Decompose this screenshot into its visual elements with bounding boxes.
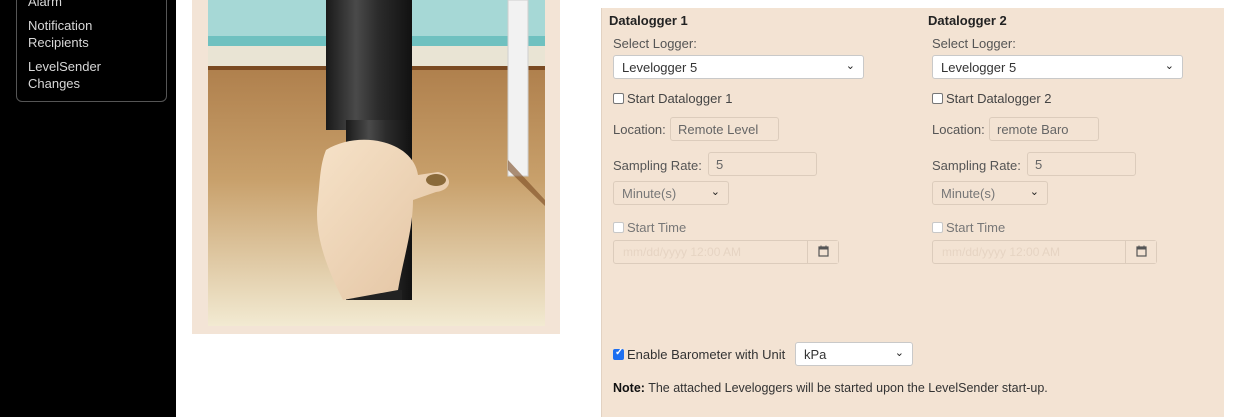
start-time-2-input[interactable]: mm/dd/yyyy 12:00 AM <box>932 240 1157 264</box>
start-time-1-placeholder: mm/dd/yyyy 12:00 AM <box>623 245 742 259</box>
sampling-rate-1-label: Sampling Rate: <box>613 158 702 173</box>
sidebar-item-levelsender[interactable]: LevelSender <box>28 59 101 75</box>
barometer-unit-select[interactable]: kPa ⌄ <box>795 342 913 366</box>
select-logger-2-label: Select Logger: <box>932 36 1016 51</box>
chevron-down-icon: ⌄ <box>845 60 855 72</box>
start-time-2-placeholder: mm/dd/yyyy 12:00 AM <box>942 245 1061 259</box>
logger-1-select-value: Levelogger 5 <box>622 60 698 75</box>
logger-1-select[interactable]: Levelogger 5 ⌄ <box>613 55 864 79</box>
location-2-field[interactable]: remote Baro <box>989 117 1099 141</box>
enable-barometer-label: Enable Barometer with Unit <box>627 347 786 362</box>
enable-barometer-row[interactable]: Enable Barometer with Unit <box>613 347 785 362</box>
datalogger-2-heading: Datalogger 2 <box>928 13 1007 28</box>
location-1-field[interactable]: Remote Level <box>670 117 779 141</box>
sampling-unit-2-select[interactable]: Minute(s) ⌄ <box>932 181 1048 205</box>
start-time-1-checkbox[interactable] <box>613 222 624 233</box>
start-time-1-input[interactable]: mm/dd/yyyy 12:00 AM <box>613 240 839 264</box>
enable-barometer-checkbox[interactable] <box>613 347 624 360</box>
sidebar-item-changes[interactable]: Changes <box>28 76 80 92</box>
start-time-2-row[interactable]: Start Time <box>932 220 1005 235</box>
calendar-icon <box>818 245 829 257</box>
sidebar-item-recipients[interactable]: Recipients <box>28 35 89 51</box>
select-logger-1-label: Select Logger: <box>613 36 697 51</box>
location-1-label: Location: <box>613 122 666 137</box>
levelogger-install-illustration <box>208 0 545 326</box>
sidebar-item-alarm[interactable]: Alarm <box>28 0 62 10</box>
start-time-2-label: Start Time <box>946 220 1006 235</box>
start-datalogger-2-label: Start Datalogger 2 <box>946 91 1052 106</box>
sampling-unit-1-select[interactable]: Minute(s) ⌄ <box>613 181 729 205</box>
calendar-icon <box>1136 245 1147 257</box>
calendar-1-button[interactable] <box>807 241 838 263</box>
sampling-rate-1-field[interactable]: 5 <box>708 152 817 176</box>
sampling-unit-2-value: Minute(s) <box>941 186 996 201</box>
start-time-1-row[interactable]: Start Time <box>613 220 686 235</box>
start-time-1-label: Start Time <box>627 220 687 235</box>
sidebar: Alarm Notification Recipients LevelSende… <box>0 0 176 417</box>
barometer-unit-value: kPa <box>804 347 827 362</box>
chevron-down-icon: ⌄ <box>1029 186 1039 198</box>
sidebar-item-notification[interactable]: Notification <box>28 18 92 34</box>
start-datalogger-2-checkbox[interactable] <box>932 93 943 104</box>
calendar-2-button[interactable] <box>1125 241 1156 263</box>
logger-2-select[interactable]: Levelogger 5 ⌄ <box>932 55 1183 79</box>
chevron-down-icon: ⌄ <box>1164 60 1174 72</box>
start-datalogger-1-checkbox[interactable] <box>613 93 624 104</box>
location-2-label: Location: <box>932 122 985 137</box>
start-datalogger-1-row[interactable]: Start Datalogger 1 <box>613 91 733 106</box>
logger-2-select-value: Levelogger 5 <box>941 60 1017 75</box>
start-datalogger-2-row[interactable]: Start Datalogger 2 <box>932 91 1052 106</box>
startup-note: Note: The attached Leveloggers will be s… <box>613 381 1048 395</box>
sampling-rate-2-field[interactable]: 5 <box>1027 152 1136 176</box>
chevron-down-icon: ⌄ <box>894 347 904 359</box>
sampling-unit-1-value: Minute(s) <box>622 186 677 201</box>
start-datalogger-1-label: Start Datalogger 1 <box>627 91 733 106</box>
sampling-rate-2-label: Sampling Rate: <box>932 158 1021 173</box>
note-prefix: Note: <box>613 381 645 395</box>
top-strip <box>560 0 1236 8</box>
start-time-2-checkbox[interactable] <box>932 222 943 233</box>
chevron-down-icon: ⌄ <box>710 186 720 198</box>
datalogger-1-heading: Datalogger 1 <box>609 13 688 28</box>
note-text: The attached Leveloggers will be started… <box>644 381 1048 395</box>
